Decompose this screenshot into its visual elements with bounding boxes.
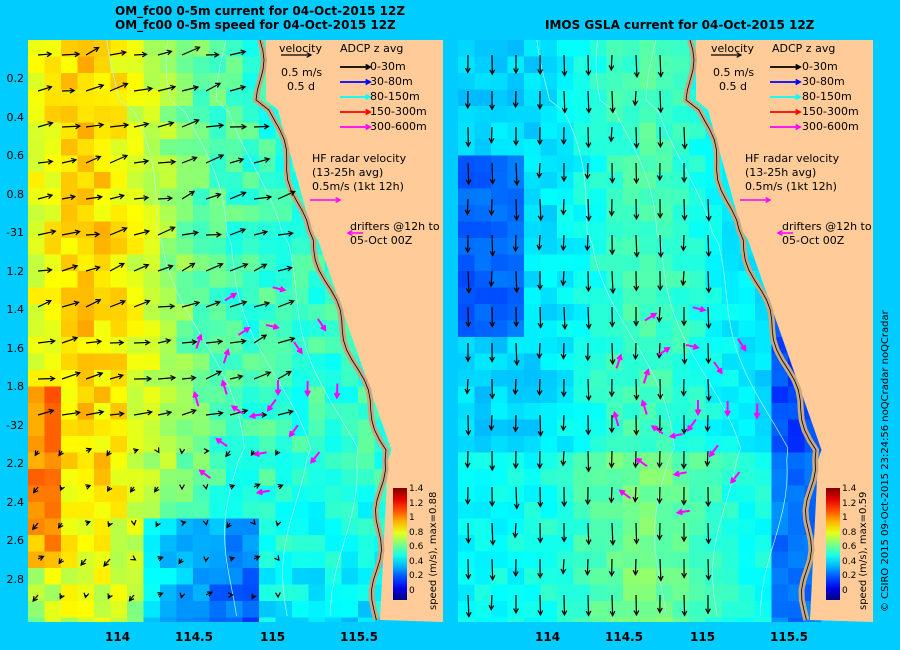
colorbar-tick: 1 [842, 513, 848, 523]
y-tick-label: 0.8 [6, 187, 25, 201]
y-tick-label: 0.6 [6, 149, 25, 162]
colorbar-tick: 0.2 [842, 571, 857, 581]
colorbar-tick: 0.4 [409, 556, 424, 567]
y-tick-label: 2.4 [6, 495, 25, 509]
left-title-line1: OM_fc00 0-5m current for 04-Oct-2015 12Z [115, 4, 406, 18]
colorbar-tick: 0.6 [409, 542, 424, 552]
colorbar-tick: 0.2 [409, 571, 424, 581]
legend-drifters-1: drifters @12h to [350, 220, 440, 233]
x-tick-label: 115.5 [770, 630, 808, 644]
legend-adcp-4-r: 300-600m [802, 120, 859, 133]
colorbar-tick: 0.8 [409, 527, 424, 538]
right-colorbar [826, 488, 840, 600]
legend-duration-r: 0.5 d [719, 80, 747, 93]
legend-hf-2: (13-25h avg) [312, 166, 384, 179]
legend-adcp-1: 30-80m [370, 75, 413, 88]
y-tick-label: 1.8 [6, 380, 25, 393]
y-tick-label: 2.6 [6, 534, 25, 547]
legend-hf-1-r: HF radar velocity [745, 152, 840, 165]
legend-hf-3: 0.5m/s (1kt 12h) [312, 180, 404, 193]
legend-adcp-0-r: 0-30m [802, 60, 838, 73]
colorbar-tick: 1.2 [409, 498, 424, 509]
x-tick-label: 114 [105, 630, 131, 644]
legend-scale-r: 0.5 m/s [713, 66, 755, 79]
legend-scale: 0.5 m/s [281, 66, 323, 79]
y-tick-label: 1.6 [6, 341, 25, 355]
legend-drifters-2-r: 05-Oct 00Z [782, 234, 845, 247]
credit-text: © CSIRO 2015 09-Oct-2015 23:24:56 noQCra… [880, 310, 891, 612]
left-colorbar [393, 488, 407, 600]
legend-adcp-3: 150-300m [370, 105, 427, 118]
legend-adcp-1-r: 30-80m [802, 75, 845, 88]
x-tick-label: 114.5 [605, 630, 643, 644]
colorbar-tick: 0 [409, 585, 415, 596]
y-tick-label: -32 [6, 418, 24, 432]
left-title-line2: OM_fc00 0-5m speed for 04-Oct-2015 12Z [115, 18, 396, 32]
x-tick-label: 114.5 [175, 630, 213, 644]
y-tick-label: 2.8 [6, 572, 25, 586]
legend-adcp-2-r: 80-150m [802, 90, 852, 103]
colorbar-tick: 1.2 [842, 498, 857, 509]
left-colorbar-label: speed (m/s), max=0.88 [428, 491, 439, 610]
legend-velocity-r: velocity [711, 42, 754, 55]
legend-adcp-4: 300-600m [370, 120, 427, 133]
colorbar-tick: 0.8 [842, 527, 857, 538]
colorbar-tick: 0.6 [842, 542, 857, 552]
legend-hf-1: HF radar velocity [312, 152, 407, 165]
colorbar-tick: 1.4 [409, 484, 424, 494]
y-tick-label: 1.4 [6, 303, 25, 316]
legend-velocity: velocity [279, 42, 322, 55]
y-tick-label: 2.2 [6, 457, 25, 470]
x-tick-label: 115 [260, 630, 286, 644]
legend-adcp-title: ADCP z avg [340, 42, 404, 55]
y-tick-label: 0.4 [6, 110, 25, 124]
legend-adcp-title-r: ADCP z avg [772, 42, 836, 55]
y-tick-label: 1.2 [6, 264, 25, 278]
x-tick-label: 115.5 [340, 630, 378, 644]
legend-adcp-3-r: 150-300m [802, 105, 859, 118]
colorbar-tick: 0.4 [842, 556, 857, 567]
legend-drifters-2: 05-Oct 00Z [350, 234, 413, 247]
colorbar-tick: 1 [409, 513, 415, 523]
right-title: IMOS GSLA current for 04-Oct-2015 12Z [545, 18, 815, 32]
colorbar-tick: 1.4 [842, 484, 857, 494]
legend-adcp-0: 0-30m [370, 60, 406, 73]
colorbar-tick: 0 [842, 585, 848, 596]
legend-hf-2-r: (13-25h avg) [745, 166, 817, 179]
legend-duration: 0.5 d [287, 80, 315, 93]
right-colorbar-label: speed (m/s), max=0.59 [858, 491, 869, 610]
x-tick-label: 114 [535, 630, 561, 644]
x-tick-label: 115 [690, 630, 716, 644]
y-tick-label: 0.2 [6, 72, 25, 85]
legend-hf-3-r: 0.5m/s (1kt 12h) [745, 180, 837, 193]
y-tick-label: -31 [6, 226, 24, 239]
legend-adcp-2: 80-150m [370, 90, 420, 103]
legend-drifters-1-r: drifters @12h to [782, 220, 872, 233]
